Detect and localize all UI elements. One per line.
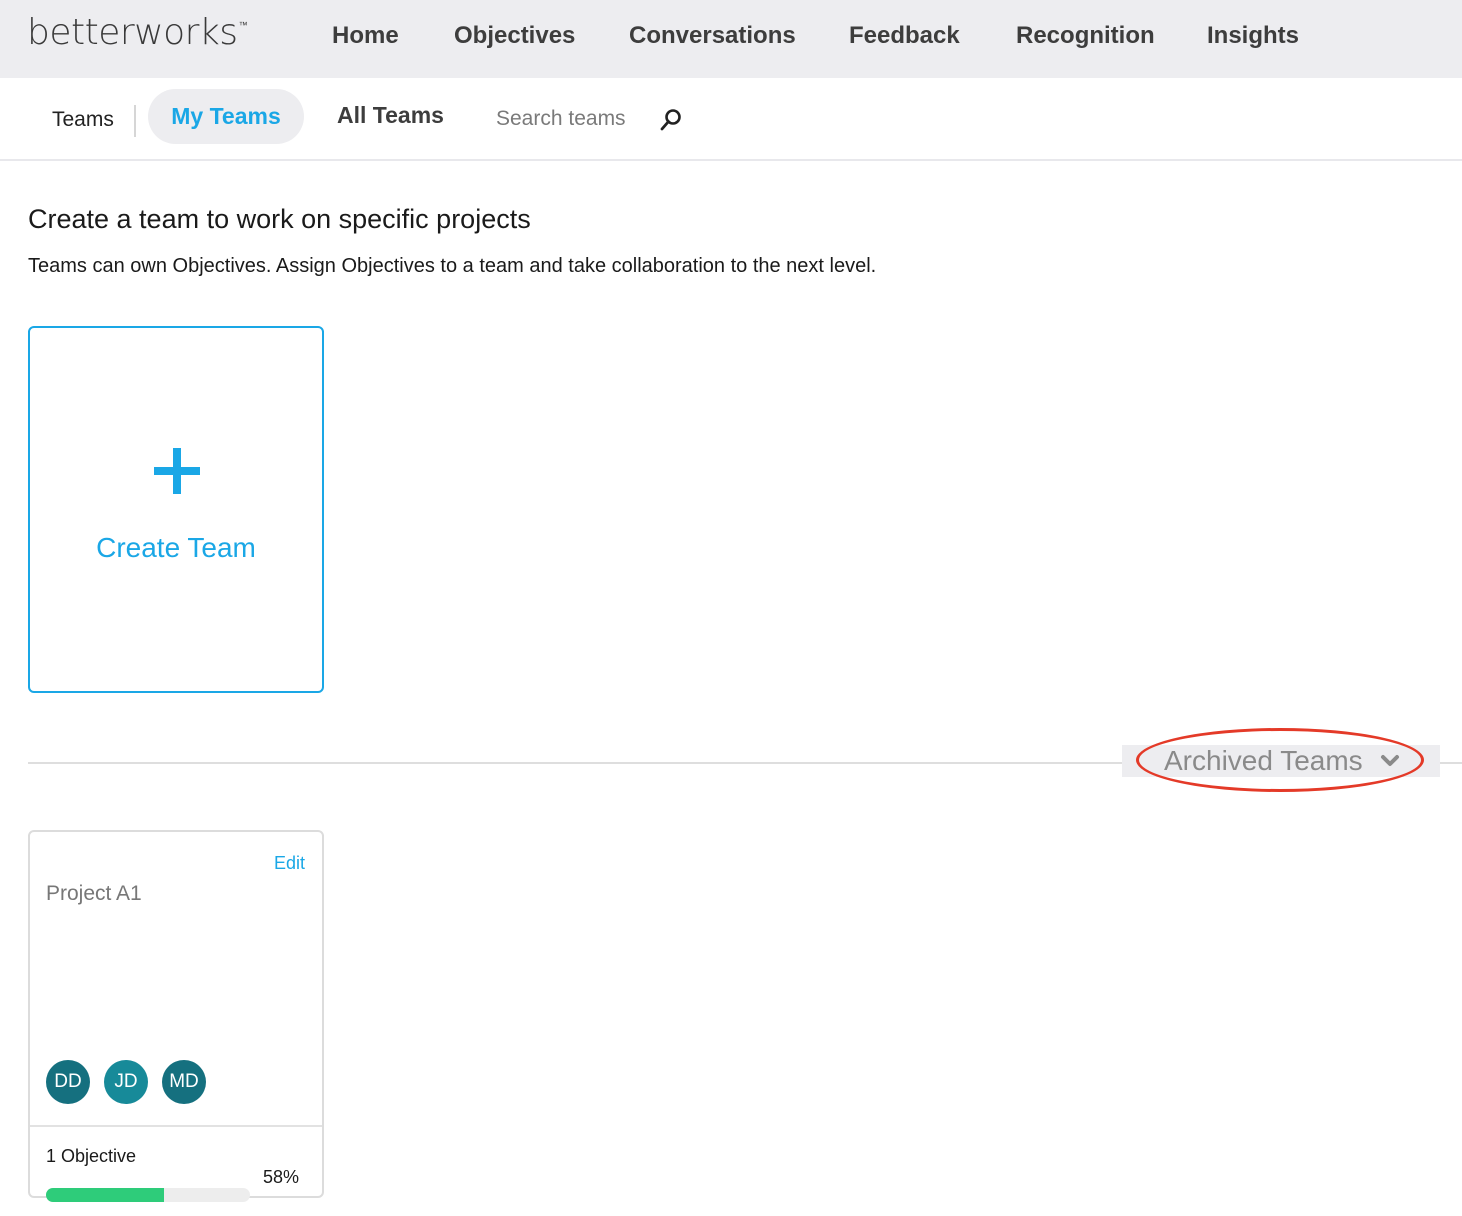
- logo-text: betterworks: [27, 12, 238, 53]
- nav-objectives[interactable]: Objectives: [454, 20, 575, 52]
- search-icon[interactable]: [658, 107, 684, 133]
- archived-teams-label: Archived Teams: [1164, 745, 1363, 776]
- page-heading: Create a team to work on specific projec…: [28, 204, 531, 234]
- tab-my-teams-label: My Teams: [171, 103, 281, 129]
- chevron-down-icon: [1381, 755, 1399, 766]
- betterworks-logo[interactable]: betterworks™: [27, 12, 248, 56]
- avatar[interactable]: MD: [162, 1060, 206, 1104]
- edit-team-link[interactable]: Edit: [274, 853, 305, 874]
- team-card[interactable]: Edit Project A1 DD JD MD 1 Objective 58%: [28, 830, 324, 1202]
- objective-count[interactable]: 1 Objective: [46, 1146, 136, 1167]
- progress-bar-fill: [46, 1188, 165, 1202]
- create-team-card[interactable]: Create Team: [28, 326, 324, 693]
- tab-all-teams[interactable]: All Teams: [337, 102, 444, 129]
- tab-my-teams[interactable]: My Teams: [148, 89, 304, 144]
- search-input[interactable]: [484, 99, 644, 139]
- nav-home[interactable]: Home: [332, 20, 399, 52]
- progress-bar: [46, 1188, 250, 1202]
- logo-trademark: ™: [238, 21, 248, 31]
- plus-icon: [154, 448, 200, 494]
- page-description: Teams can own Objectives. Assign Objecti…: [28, 255, 877, 277]
- subnav-divider: [134, 105, 136, 137]
- card-separator: [30, 1125, 322, 1127]
- create-team-label: Create Team: [96, 532, 256, 563]
- progress-percent: 58%: [263, 1167, 300, 1187]
- nav-recognition[interactable]: Recognition: [1016, 20, 1155, 52]
- nav-conversations[interactable]: Conversations: [629, 20, 796, 52]
- avatar[interactable]: JD: [104, 1060, 148, 1104]
- nav-feedback[interactable]: Feedback: [849, 20, 960, 52]
- nav-insights[interactable]: Insights: [1207, 20, 1299, 52]
- avatar[interactable]: DD: [46, 1060, 90, 1104]
- teams-subnav: Teams My Teams All Teams: [0, 78, 1462, 161]
- section-title: Teams: [52, 108, 114, 131]
- archived-teams-toggle[interactable]: Archived Teams: [1122, 745, 1440, 777]
- team-name: Project A1: [46, 882, 142, 905]
- top-navigation: betterworks™ Home Objectives Conversatio…: [0, 0, 1462, 78]
